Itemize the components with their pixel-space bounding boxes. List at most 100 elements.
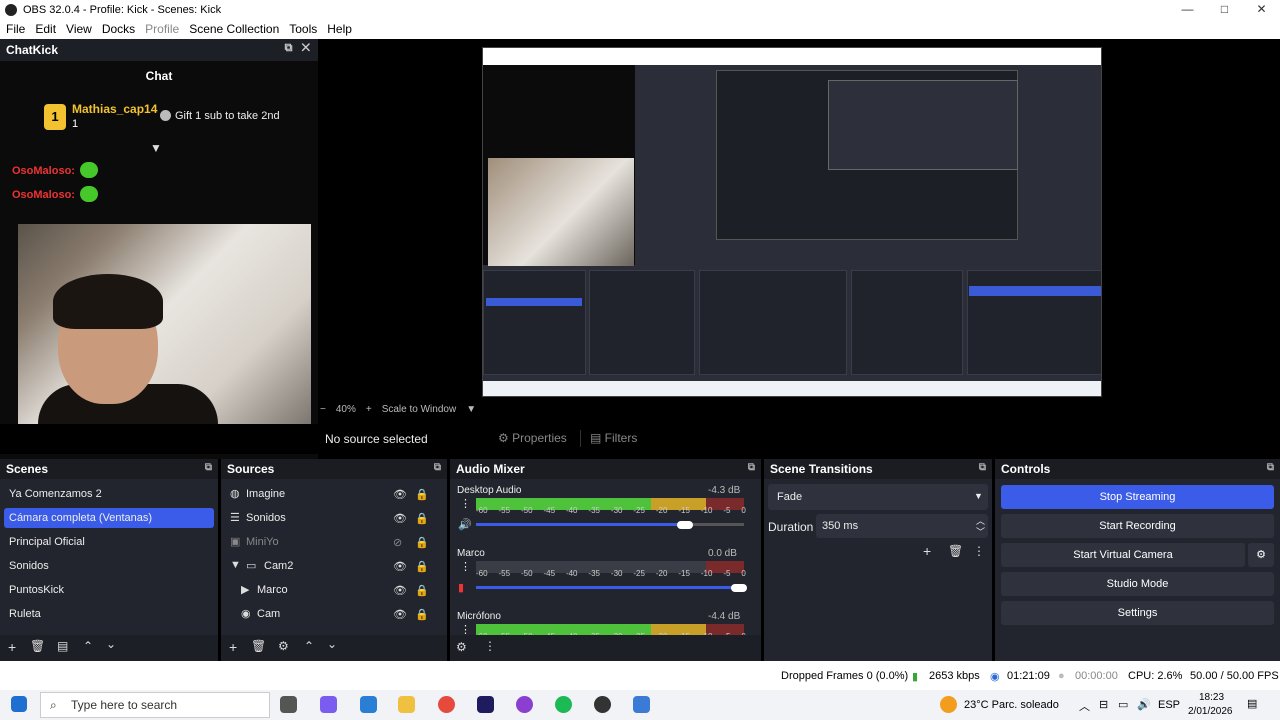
start-virtual-camera-button[interactable]: Start Virtual Camera [1001,543,1245,567]
move-down-icon[interactable]: ⌄ [327,637,337,651]
source-item[interactable]: Cam [257,608,280,620]
gift-prompt[interactable]: Gift 1 sub to take 2nd [175,110,280,122]
windows-start-icon[interactable] [11,696,27,712]
app-icon[interactable] [360,696,377,713]
notification-icon[interactable]: ▤ [1247,697,1257,710]
top-gifter-username[interactable]: Mathias_cap14 [72,102,157,116]
channel-menu-icon[interactable]: ⋮ [460,497,471,510]
undock-icon[interactable]: ⧉ [434,462,441,473]
app-icon[interactable] [633,696,650,713]
add-transition-icon[interactable]: + [923,543,931,559]
close-button[interactable]: ✕ [1243,0,1280,19]
spin-down-icon[interactable]: ﹀ [976,525,985,538]
volume-knob[interactable] [677,521,693,529]
visibility-eye-icon[interactable]: 👁 [393,584,407,597]
scene-item[interactable]: Ruleta [9,608,41,620]
clock-time[interactable]: 18:23 [1199,692,1224,703]
channel-menu-icon[interactable]: ⋮ [460,560,471,573]
source-properties-icon[interactable]: ⚙ [278,639,289,653]
move-down-icon[interactable]: ⌄ [106,637,116,651]
move-up-icon[interactable]: ⌃ [83,639,93,653]
add-scene-icon[interactable]: + [8,639,16,655]
expand-chevron-icon[interactable]: ▼ [230,559,241,571]
volume-knob[interactable] [731,584,747,592]
language-indicator[interactable]: ESP [1158,699,1180,711]
app-icon[interactable] [516,696,533,713]
undock-icon[interactable]: ⧉ [979,462,986,473]
menu-view[interactable]: View [66,22,92,36]
visibility-eye-icon[interactable]: 👁 [393,560,407,573]
source-item-hidden[interactable]: MiniYo [246,536,279,548]
visibility-eye-icon[interactable]: 👁 [393,512,407,525]
battery-icon[interactable]: ▭ [1118,698,1128,711]
advanced-audio-icon[interactable]: ⚙ [456,640,467,654]
scene-item[interactable]: PuntosKick [9,584,64,596]
chrome-icon[interactable] [438,696,455,713]
scene-item-selected[interactable]: Cámara completa (Ventanas) [9,512,152,524]
lock-icon[interactable]: 🔒 [415,608,429,621]
spotify-icon[interactable] [555,696,572,713]
transition-menu-icon[interactable]: ⋮ [973,544,985,558]
minimize-button[interactable]: — [1169,0,1206,19]
premiere-icon[interactable] [477,696,494,713]
scene-item[interactable]: Sonidos [9,560,49,572]
menu-tools[interactable]: Tools [289,22,317,36]
network-icon[interactable]: ⊟ [1099,698,1108,711]
obs-icon[interactable] [594,696,611,713]
maximize-button[interactable]: □ [1206,0,1243,19]
file-explorer-icon[interactable] [398,696,415,713]
lock-icon[interactable]: 🔒 [415,560,429,573]
lock-icon[interactable]: 🔒 [415,584,429,597]
lock-icon[interactable]: 🔒 [415,512,429,525]
settings-button[interactable]: Settings [1001,601,1274,625]
speaker-icon[interactable]: 🔊 [458,518,472,531]
scene-item[interactable]: Principal Oficial [9,536,85,548]
scene-filters-icon[interactable]: ▤ [57,639,68,653]
visibility-eye-icon[interactable]: 👁 [393,488,407,501]
copilot-icon[interactable] [320,696,337,713]
source-item[interactable]: Sonidos [246,512,286,524]
zoom-in-button[interactable]: + [366,404,372,415]
zoom-out-button[interactable]: − [320,404,326,415]
visibility-eye-icon[interactable]: 👁 [393,608,407,621]
undock-icon[interactable]: ⧉ [205,462,212,473]
menu-profile[interactable]: Profile [145,22,179,36]
remove-scene-icon[interactable]: 🗑 [30,639,45,653]
remove-transition-icon[interactable]: 🗑 [948,544,963,558]
tray-chevron-icon[interactable]: ︿ [1079,698,1090,714]
chat-username[interactable]: OsoMaloso: [12,165,75,177]
visibility-hidden-icon[interactable]: ⊘ [393,536,402,549]
task-view-icon[interactable] [280,696,297,713]
menu-scene-collection[interactable]: Scene Collection [189,22,279,36]
duration-spinbox[interactable]: 350 ms ︿ ﹀ [816,514,988,538]
move-up-icon[interactable]: ⌃ [304,639,314,653]
volume-icon[interactable]: 🔊 [1137,698,1151,711]
start-recording-button[interactable]: Start Recording [1001,514,1274,538]
undock-icon[interactable]: ⧉ [285,42,293,54]
lock-icon[interactable]: 🔒 [415,536,429,549]
mixer-menu-icon[interactable]: ⋮ [484,639,496,653]
close-dock-icon[interactable]: ✕ [302,42,310,54]
virtual-camera-settings-icon[interactable]: ⚙ [1248,543,1274,567]
preview-canvas[interactable] [482,47,1102,397]
studio-mode-button[interactable]: Studio Mode [1001,572,1274,596]
muted-speaker-icon[interactable]: ▮ [458,581,464,594]
menu-help[interactable]: Help [327,22,352,36]
menu-file[interactable]: File [6,22,25,36]
scene-item[interactable]: Ya Comenzamos 2 [9,488,102,500]
source-item[interactable]: Imagine [246,488,285,500]
add-source-icon[interactable]: + [229,639,237,655]
undock-icon[interactable]: ⧉ [1267,462,1274,473]
remove-source-icon[interactable]: 🗑 [251,639,266,653]
menu-docks[interactable]: Docks [102,22,135,36]
scale-mode[interactable]: Scale to Window [382,404,456,415]
chat-username[interactable]: OsoMaloso: [12,189,75,201]
menu-edit[interactable]: Edit [35,22,56,36]
clock-date[interactable]: 2/01/2026 [1188,706,1233,717]
source-group[interactable]: Cam2 [264,560,293,572]
taskbar-search[interactable]: ⌕ Type here to search [40,692,270,718]
undock-icon[interactable]: ⧉ [748,462,755,473]
weather-text[interactable]: 23°C Parc. soleado [964,699,1059,711]
filters-button[interactable]: ▤ Filters [590,431,637,445]
volume-slider[interactable] [476,523,685,526]
